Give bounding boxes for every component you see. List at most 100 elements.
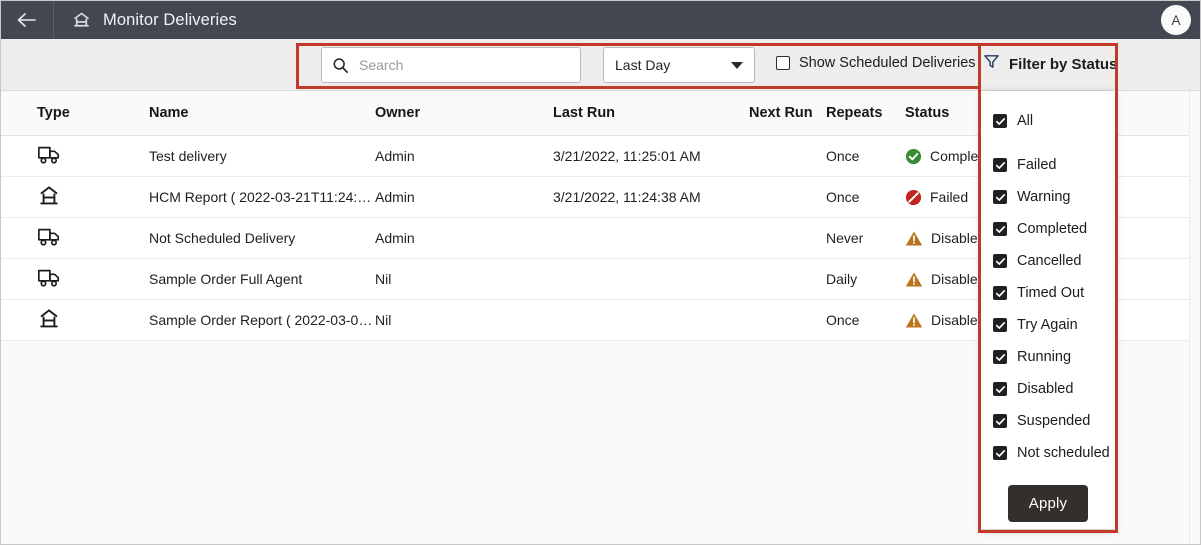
filter-item-label: Suspended <box>1017 413 1091 429</box>
back-arrow-icon[interactable] <box>1 1 53 39</box>
row-last-run: 3/21/2022, 11:25:01 AM <box>553 148 701 164</box>
truck-icon <box>37 225 61 252</box>
vertical-scrollbar[interactable] <box>1189 91 1200 544</box>
truck-icon <box>37 143 61 170</box>
row-type-icon-cell <box>37 184 149 211</box>
filter-item-label: Timed Out <box>1017 285 1085 301</box>
row-owner: Admin <box>375 230 415 246</box>
filter-item-warning[interactable]: Warning <box>981 181 1115 213</box>
filter-item-completed[interactable]: Completed <box>981 213 1115 245</box>
checkbox-checked-icon <box>993 350 1007 364</box>
period-dropdown-label: Last Day <box>615 57 671 73</box>
row-owner: Nil <box>375 312 392 328</box>
apply-button[interactable]: Apply <box>1007 485 1089 522</box>
show-scheduled-deliveries-checkbox[interactable]: Show Scheduled Deliveries <box>776 55 976 71</box>
row-type-icon-cell <box>37 143 149 170</box>
search-icon <box>332 57 349 74</box>
apply-button-wrap: Apply <box>981 485 1115 522</box>
row-last-run: 3/21/2022, 11:24:38 AM <box>553 189 701 205</box>
row-repeats: Once <box>826 189 860 205</box>
filter-item-label: All <box>1017 113 1034 129</box>
checkbox-checked-icon <box>993 382 1007 396</box>
column-header-repeats[interactable]: Repeats <box>826 105 905 121</box>
row-name[interactable]: Sample Order Report ( 2022-03-09T1… <box>149 312 375 328</box>
warning-triangle-icon <box>905 312 923 329</box>
row-name[interactable]: Not Scheduled Delivery <box>149 230 375 246</box>
period-dropdown[interactable]: Last Day <box>603 47 755 83</box>
monitor-deliveries-window: Monitor Deliveries A Last Day Show Sched… <box>0 0 1201 545</box>
filter-item-suspended[interactable]: Suspended <box>981 405 1115 437</box>
filter-item-label: Failed <box>1017 157 1057 173</box>
column-header-owner[interactable]: Owner <box>375 105 553 121</box>
funnel-icon <box>983 53 1000 75</box>
row-type-icon-cell <box>37 266 149 293</box>
checkbox-checked-icon <box>993 254 1007 268</box>
filter-by-status-label: Filter by Status <box>1009 55 1118 73</box>
chevron-down-icon <box>731 61 743 69</box>
checkbox-checked-icon <box>993 190 1007 204</box>
truck-icon <box>37 266 61 293</box>
filter-item-label: Try Again <box>1017 317 1078 333</box>
filter-item-not-scheduled[interactable]: Not scheduled <box>981 437 1115 469</box>
row-name[interactable]: HCM Report ( 2022-03-21T11:24:36.84… <box>149 189 375 205</box>
checkbox-box <box>776 56 790 70</box>
row-repeats: Never <box>826 230 864 246</box>
row-type-icon-cell <box>37 225 149 252</box>
row-repeats: Daily <box>826 271 858 287</box>
warning-triangle-icon <box>905 271 923 288</box>
filter-item-label: Not scheduled <box>1017 445 1110 461</box>
filter-item-label: Running <box>1017 349 1072 365</box>
row-status-label: Disabled <box>931 230 986 246</box>
row-type-icon-cell <box>37 307 149 334</box>
filter-item-label: Disabled <box>1017 381 1074 397</box>
filter-by-status-panel: All Failed Warning Completed Cancelled Timed … <box>981 91 1115 529</box>
filter-item-cancelled[interactable]: Cancelled <box>981 245 1115 277</box>
filter-item-label: Completed <box>1017 221 1088 237</box>
filter-item-all[interactable]: All <box>981 105 1115 137</box>
filter-item-label: Warning <box>1017 189 1071 205</box>
row-owner: Nil <box>375 271 392 287</box>
row-owner: Admin <box>375 189 415 205</box>
row-owner: Admin <box>375 148 415 164</box>
filter-item-running[interactable]: Running <box>981 341 1115 373</box>
checkbox-checked-icon <box>993 414 1007 428</box>
row-status-label: Disabled <box>931 271 986 287</box>
warning-triangle-icon <box>905 230 923 247</box>
column-header-type[interactable]: Type <box>37 105 149 121</box>
toolbar: Last Day Show Scheduled Deliveries Filte… <box>1 39 1200 109</box>
row-repeats: Once <box>826 312 860 328</box>
column-header-name[interactable]: Name <box>149 105 375 121</box>
search-input[interactable] <box>359 57 570 73</box>
report-icon <box>37 307 61 334</box>
checkbox-checked-icon <box>993 114 1007 128</box>
filter-item-label: Cancelled <box>1017 253 1082 269</box>
avatar-initial: A <box>1171 12 1181 28</box>
title-bar: Monitor Deliveries A <box>1 1 1200 39</box>
row-repeats: Once <box>826 148 860 164</box>
row-status-label: Failed <box>930 189 969 205</box>
checkbox-checked-icon <box>993 158 1007 172</box>
row-status-label: Disabled <box>931 312 986 328</box>
filter-item-disabled[interactable]: Disabled <box>981 373 1115 405</box>
filter-item-try-again[interactable]: Try Again <box>981 309 1115 341</box>
column-header-next-run[interactable]: Next Run <box>749 105 826 121</box>
row-name[interactable]: Sample Order Full Agent <box>149 271 375 287</box>
checkbox-checked-icon <box>993 222 1007 236</box>
delivery-report-icon <box>71 10 92 31</box>
report-icon <box>37 184 61 211</box>
avatar[interactable]: A <box>1161 5 1191 35</box>
show-scheduled-deliveries-label: Show Scheduled Deliveries <box>799 55 976 71</box>
search-box[interactable] <box>321 47 581 83</box>
filter-by-status-button[interactable]: Filter by Status <box>983 53 1117 75</box>
checkbox-checked-icon <box>993 318 1007 332</box>
titlebar-divider <box>53 1 54 39</box>
checkbox-checked-icon <box>993 286 1007 300</box>
row-name[interactable]: Test delivery <box>149 148 375 164</box>
filter-item-timed-out[interactable]: Timed Out <box>981 277 1115 309</box>
filter-item-failed[interactable]: Failed <box>981 149 1115 181</box>
checkbox-checked-icon <box>993 446 1007 460</box>
error-circle-icon <box>905 189 922 206</box>
page-title: Monitor Deliveries <box>103 10 237 29</box>
column-header-last-run[interactable]: Last Run <box>553 105 749 121</box>
check-circle-icon <box>905 148 922 165</box>
